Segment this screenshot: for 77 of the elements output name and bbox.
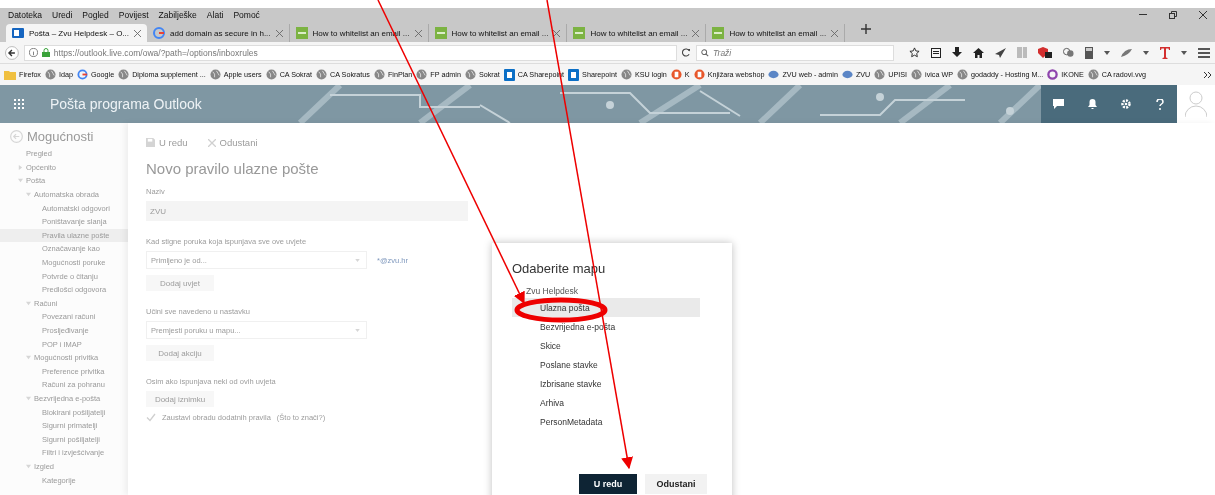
- folder-item[interactable]: Arhiva: [512, 393, 700, 412]
- close-icon: [207, 138, 216, 147]
- restore-icon[interactable]: [1169, 11, 1177, 19]
- help-icon[interactable]: [1156, 98, 1164, 110]
- lock-icon: [41, 48, 50, 57]
- folder-item[interactable]: PersonMetadata: [512, 412, 700, 431]
- menu-item[interactable]: Pogled: [82, 10, 109, 20]
- menu-item[interactable]: Alati: [206, 10, 224, 20]
- site-logo-icon: [712, 27, 725, 39]
- shield-icon[interactable]: [1038, 47, 1052, 58]
- info-icon[interactable]: [28, 48, 38, 57]
- menu-icon[interactable]: [1198, 47, 1210, 58]
- site-logo-icon: [295, 27, 308, 39]
- menu-item[interactable]: Uredi: [52, 10, 73, 20]
- globe-icon: [911, 69, 923, 80]
- search-field[interactable]: Traži: [696, 44, 894, 61]
- folder-icon: [4, 69, 16, 80]
- bell-icon[interactable]: [1087, 99, 1097, 109]
- globe-icon: [373, 69, 385, 80]
- page-title: Novo pravilo ulazne pošte: [146, 160, 320, 177]
- clipboard-icon[interactable]: [931, 47, 941, 58]
- shop-icon: [670, 69, 682, 80]
- globe-icon: [1087, 69, 1099, 80]
- serif-t-icon[interactable]: [1160, 46, 1170, 59]
- folder-tree-root[interactable]: Zvu Helpdesk: [516, 286, 578, 296]
- globe-icon: [118, 69, 130, 80]
- folder-item[interactable]: Izbrisane stavke: [512, 374, 700, 393]
- feather-icon[interactable]: [1121, 48, 1132, 57]
- dropdown-icon[interactable]: [1181, 50, 1187, 55]
- search-icon: [701, 48, 709, 57]
- google-g-icon: [153, 27, 166, 39]
- shop-icon: [693, 69, 705, 80]
- app-title: Pošta programa Outlook: [49, 96, 202, 112]
- close-icon[interactable]: [1199, 11, 1207, 19]
- globe-icon: [44, 69, 56, 80]
- globe-icon: [464, 69, 476, 80]
- globe-icon: [316, 69, 327, 80]
- address-field[interactable]: https://outlook.live.com/owa/?path=/options/inboxrules: [23, 44, 678, 61]
- chevron-icon[interactable]: [1204, 71, 1211, 78]
- globe-icon: [620, 69, 632, 80]
- menu-item[interactable]: Pomoć: [233, 10, 260, 20]
- caret-icon: [355, 328, 360, 332]
- caret-icon: [355, 258, 360, 262]
- ok-button[interactable]: U redu: [579, 474, 637, 494]
- globe-icon: [265, 69, 277, 80]
- google-g-icon: [76, 69, 88, 80]
- cancel-button[interactable]: Odustani: [645, 474, 707, 494]
- menu-item[interactable]: Datoteka: [8, 10, 43, 20]
- dropdown-icon[interactable]: [1143, 50, 1149, 55]
- site-logo-icon: [573, 27, 586, 39]
- star-icon[interactable]: [909, 47, 920, 58]
- paper-plane-icon[interactable]: [995, 47, 1006, 58]
- close-icon[interactable]: [134, 29, 142, 37]
- download-icon[interactable]: [952, 47, 962, 58]
- menu-item[interactable]: Povijest: [118, 10, 149, 20]
- home-icon[interactable]: [973, 47, 984, 58]
- extension-icon[interactable]: [1063, 47, 1074, 58]
- minimize-icon[interactable]: [1139, 14, 1147, 16]
- reload-icon[interactable]: [682, 48, 691, 57]
- globe-icon: [957, 69, 969, 80]
- folder-item[interactable]: Poslane stavke: [512, 355, 700, 374]
- back-arrow-icon[interactable]: [5, 45, 19, 60]
- app-launcher-icon[interactable]: [14, 99, 24, 109]
- dropdown-icon[interactable]: [1104, 50, 1110, 55]
- mail-app-icon: [12, 27, 24, 39]
- settings-icon[interactable]: [1121, 99, 1131, 109]
- ring-icon: [1047, 69, 1059, 80]
- site-logo-icon: [434, 27, 447, 39]
- folder-item[interactable]: Skice: [512, 336, 700, 355]
- globe-icon: [416, 69, 428, 80]
- globe-icon: [209, 69, 221, 80]
- browser-tab[interactable]: Pošta – Zvu Helpdesk – O...: [6, 24, 148, 42]
- menu-item[interactable]: Zabilješke: [158, 10, 197, 20]
- checkbox[interactable]: [146, 413, 156, 422]
- sidebar-title: Mogućnosti: [27, 129, 94, 144]
- chat-icon[interactable]: [1052, 99, 1064, 109]
- globe-icon: [874, 69, 886, 80]
